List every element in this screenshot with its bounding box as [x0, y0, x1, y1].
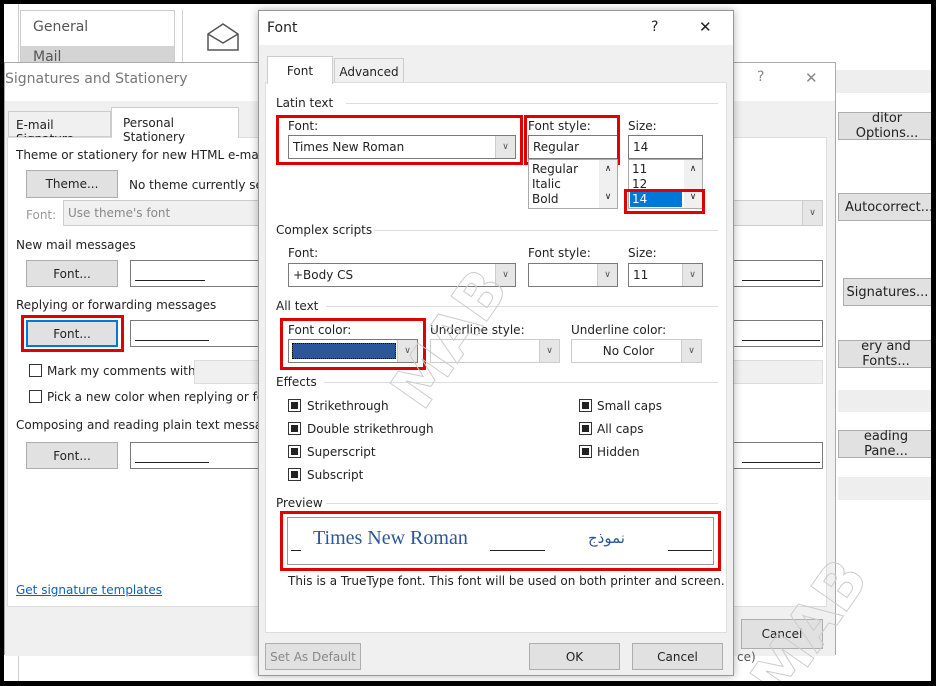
sig-cancel-button[interactable]: Cancel	[741, 619, 823, 649]
subscript-label: Subscript	[307, 468, 364, 482]
stationery-fonts-button[interactable]: ery and Fonts...	[838, 339, 931, 369]
preview-note: This is a TrueType font. This font will …	[288, 574, 725, 588]
cancel-button[interactable]: Cancel	[632, 643, 723, 670]
highlight-box	[624, 189, 705, 214]
new-mail-font-button[interactable]: Font...	[26, 260, 118, 287]
underline-style-label: Underline style:	[430, 323, 525, 337]
style-option[interactable]: Bold	[532, 192, 559, 206]
nav-panel: General Mail	[20, 10, 175, 67]
chevron-down-icon: ∨	[597, 264, 617, 286]
pick-color-label: Pick a new color when replying or forwa	[47, 390, 287, 404]
scrollbar[interactable]: ∧ ∨	[599, 160, 617, 208]
dialog-title: Signatures and Stationery	[5, 71, 188, 87]
style-option[interactable]: Regular	[532, 162, 578, 176]
all-text-heading: All text	[276, 299, 319, 313]
tab-personal-stationery[interactable]: Personal Stationery	[111, 107, 239, 144]
title-bar	[259, 11, 733, 45]
theme-font-value: Use theme's font	[68, 206, 171, 220]
footer-text: ce)	[737, 650, 756, 664]
help-button[interactable]: ?	[757, 69, 764, 85]
editor-options-button[interactable]: ditor Options...	[838, 111, 931, 141]
font-panel: Latin text Font: Times New Roman ∨ Font s…	[265, 82, 727, 633]
strikethrough-label: Strikethrough	[307, 399, 389, 413]
complex-font-label: Font:	[288, 246, 319, 260]
theme-font-label: Font:	[26, 208, 57, 222]
mark-comments-checkbox[interactable]	[29, 364, 42, 377]
section-bar	[838, 477, 931, 500]
get-signature-templates-link[interactable]: Get signature templates	[16, 583, 162, 597]
dialog-title: Font	[267, 20, 298, 36]
font-dialog: Font ? ✕ Font Advanced Latin text Font: …	[258, 10, 734, 676]
tab-advanced[interactable]: Advanced	[334, 58, 404, 83]
envelope-icon	[207, 23, 239, 51]
all-caps-label: All caps	[597, 422, 644, 436]
underline-style-select[interactable]: ∨	[430, 339, 560, 363]
underline-color-select[interactable]: No Color ∨	[571, 339, 702, 363]
complex-heading: Complex scripts	[276, 223, 373, 237]
chevron-down-icon: ∨	[682, 264, 702, 286]
complex-font-select[interactable]: +Body CS ∨	[288, 263, 516, 287]
small-caps-label: Small caps	[597, 399, 662, 413]
highlight-box	[276, 115, 523, 165]
small-caps-checkbox[interactable]	[579, 399, 592, 412]
reading-pane-button[interactable]: eading Pane...	[838, 429, 931, 459]
complex-size-label: Size:	[628, 246, 657, 260]
plain-text-font-button[interactable]: Font...	[26, 442, 118, 469]
highlight-box	[280, 318, 426, 370]
theme-label: Theme or stationery for new HTML e-mail …	[16, 148, 289, 162]
autocorrect-button[interactable]: Autocorrect...	[838, 193, 931, 221]
tab-font[interactable]: Font	[267, 56, 333, 84]
outlook-options-window: General Mail ditor Options... Autocorrec…	[4, 4, 931, 681]
highlight-box	[21, 315, 124, 352]
complex-font-value: +Body CS	[293, 268, 354, 282]
double-strikethrough-label: Double strikethrough	[307, 422, 434, 436]
close-button[interactable]: ✕	[699, 18, 712, 36]
complex-size-value: 11	[633, 268, 649, 282]
section-bar	[838, 390, 931, 412]
plain-text-label: Composing and reading plain text message…	[16, 418, 284, 432]
complex-size-select[interactable]: 11 ∨	[628, 263, 703, 287]
latin-style-list[interactable]: Regular Italic Bold ∧ ∨	[528, 159, 618, 209]
latin-heading: Latin text	[276, 96, 334, 110]
set-as-default-button[interactable]: Set As Default	[265, 643, 361, 670]
new-mail-label: New mail messages	[16, 238, 136, 252]
chevron-down-icon: ∨	[539, 340, 559, 362]
help-button[interactable]: ?	[651, 19, 658, 35]
style-option[interactable]: Italic	[532, 177, 561, 191]
effects-heading: Effects	[276, 375, 317, 389]
nav-item-general[interactable]: General	[33, 19, 88, 35]
complex-style-select[interactable]: ∨	[528, 263, 618, 287]
chevron-down-icon: ∨	[802, 201, 822, 225]
latin-size-label: Size:	[628, 119, 657, 133]
chevron-down-icon: ∨	[681, 340, 701, 362]
preview-heading: Preview	[276, 496, 323, 510]
double-strikethrough-checkbox[interactable]	[288, 422, 301, 435]
latin-size-input[interactable]: 14	[628, 135, 703, 159]
hidden-checkbox[interactable]	[579, 445, 592, 458]
theme-button[interactable]: Theme...	[26, 170, 118, 198]
chevron-down-icon: ∨	[495, 264, 515, 286]
size-option[interactable]: 11	[632, 162, 647, 176]
replying-label: Replying or forwarding messages	[16, 298, 217, 312]
highlight-box	[280, 511, 721, 571]
strikethrough-checkbox[interactable]	[288, 399, 301, 412]
subscript-checkbox[interactable]	[288, 468, 301, 481]
signatures-button[interactable]: Signatures...	[843, 278, 931, 306]
pick-color-checkbox[interactable]	[29, 390, 42, 403]
highlight-box	[524, 115, 620, 165]
underline-color-label: Underline color:	[571, 323, 667, 337]
hidden-label: Hidden	[597, 445, 640, 459]
all-caps-checkbox[interactable]	[579, 422, 592, 435]
divider	[182, 10, 183, 66]
superscript-label: Superscript	[307, 445, 376, 459]
latin-size-value: 14	[633, 140, 649, 154]
mark-comments-label: Mark my comments with:	[47, 364, 200, 378]
underline-color-value: No Color	[602, 344, 655, 358]
superscript-checkbox[interactable]	[288, 445, 301, 458]
tab-email-signature[interactable]: E-mail Signature	[8, 111, 111, 146]
ok-button[interactable]: OK	[529, 643, 620, 670]
complex-style-label: Font style:	[528, 246, 591, 260]
close-button[interactable]: ✕	[805, 69, 818, 87]
